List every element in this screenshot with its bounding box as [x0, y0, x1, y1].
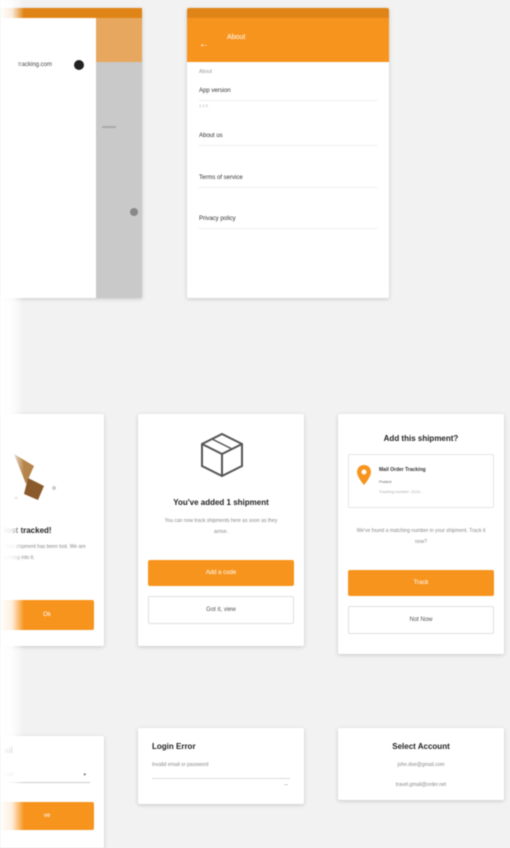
dialog-headline: Select Account — [392, 742, 450, 751]
dialog-headline: ail — [4, 746, 13, 755]
dialog-headline: lost tracked! — [4, 526, 52, 535]
content-behind-drawer — [96, 62, 142, 298]
email-dialog: ail mail ▾ ve — [0, 736, 104, 848]
divider — [152, 778, 290, 779]
drawer-email: tracking.com — [18, 62, 53, 68]
shipment-status: Posted — [379, 479, 392, 484]
dialog-headline: Add this shipment? — [383, 434, 459, 443]
shipment-title: Mail Order Tracking — [379, 467, 426, 473]
dropdown-arrow-icon: ▾ — [83, 772, 86, 778]
location-pin-icon — [357, 465, 371, 485]
settings-phone: ← About About App version 1.1.0 About us… — [187, 8, 389, 298]
status-bar — [0, 8, 142, 18]
drawer-phone: tracking.com — [0, 8, 142, 298]
not-now-button[interactable]: Not Now — [348, 606, 494, 634]
shipment-preview[interactable]: Mail Order Tracking Posted Tracking numb… — [348, 454, 494, 508]
email-field-value: mail — [4, 772, 14, 778]
app-bar — [96, 18, 142, 62]
map-line — [102, 126, 116, 128]
settings-item-label: About us — [199, 133, 223, 139]
settings-item-label: Privacy policy — [199, 216, 236, 222]
back-arrow-icon[interactable]: ← — [199, 40, 209, 50]
dialog-body: Your shipment has been lost. We are look… — [4, 544, 86, 561]
shipment-lost-dialog: lost tracked! Your shipment has been los… — [0, 414, 104, 646]
dialog-headline: You've added 1 shipment — [173, 498, 269, 507]
status-bar — [187, 8, 389, 18]
dialog-body: You can now track shipments here as soon… — [164, 518, 278, 535]
add-code-button[interactable]: Add a code — [148, 560, 294, 586]
login-error-dialog: Login Error Invalid email or password − — [138, 728, 304, 804]
settings-item-terms[interactable]: Terms of service — [199, 175, 377, 188]
email-field[interactable]: mail ▾ — [4, 768, 90, 783]
settings-item-privacy[interactable]: Privacy policy — [199, 216, 377, 229]
dialog-body: We've found a matching number in your sh… — [356, 528, 486, 545]
avatar[interactable] — [74, 60, 84, 70]
view-shipment-button[interactable]: Got it, view — [148, 596, 294, 624]
app-bar: ← — [187, 18, 389, 62]
settings-item-about-us[interactable]: About us — [199, 133, 377, 146]
track-button[interactable]: Track — [348, 570, 494, 596]
settings-item-label: Terms of service — [199, 175, 243, 181]
add-shipment-dialog: Add this shipment? Mail Order Tracking P… — [338, 414, 504, 654]
settings-item-sub: 1.1.0 — [199, 103, 208, 108]
close-icon[interactable]: − — [284, 782, 288, 789]
shipment-meta: Tracking number: 2123... — [379, 489, 424, 494]
dialog-body: Invalid email or password — [152, 762, 209, 768]
save-button[interactable]: ve — [0, 802, 94, 830]
settings-item-app-version[interactable]: App version — [199, 88, 377, 101]
package-icon — [201, 432, 243, 478]
navigation-drawer[interactable]: tracking.com — [0, 18, 96, 298]
account-option[interactable]: john.doe@gmail.com — [346, 760, 496, 771]
account-option[interactable]: travel.gmail@order.net — [346, 780, 496, 791]
app-bar-title: About — [227, 34, 246, 41]
dialog-headline: Login Error — [152, 742, 196, 751]
settings-item-label: App version — [199, 88, 231, 94]
select-account-dialog: Select Account john.doe@gmail.com travel… — [338, 728, 504, 800]
shipment-added-dialog: You've added 1 shipment You can now trac… — [138, 414, 304, 646]
section-label: About — [199, 69, 213, 75]
ok-button[interactable]: Ok — [0, 600, 94, 630]
broken-box-illustration — [14, 454, 56, 500]
map-marker-icon — [130, 208, 138, 216]
screens-board: tracking.com ← About About App version 1… — [0, 0, 510, 848]
